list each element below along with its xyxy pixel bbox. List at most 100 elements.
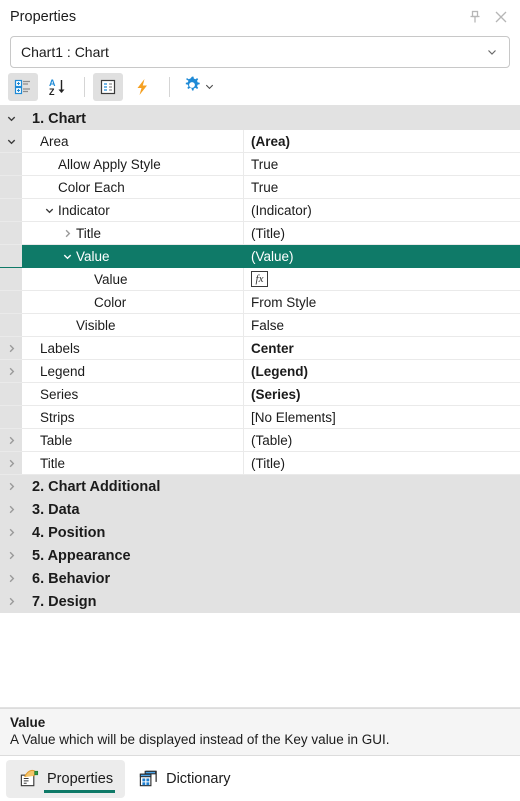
property-row[interactable]: Area (Area) xyxy=(0,130,520,153)
chevron-right-icon[interactable] xyxy=(0,337,22,359)
object-selector[interactable]: Chart1 : Chart xyxy=(10,36,510,68)
property-value-cell[interactable]: (Table) xyxy=(244,429,520,451)
property-row[interactable]: Title (Title) xyxy=(0,452,520,475)
property-category-label: 1. Chart xyxy=(32,110,86,127)
property-category-row[interactable]: 7. Design xyxy=(0,590,520,613)
chevron-right-icon[interactable] xyxy=(0,452,22,474)
property-value-cell[interactable]: (Legend) xyxy=(244,360,520,382)
property-value-cell[interactable]: False xyxy=(244,314,520,336)
property-name-cell[interactable]: Visible xyxy=(22,314,244,336)
tab-properties[interactable]: Properties xyxy=(6,759,126,798)
property-category-label: 7. Design xyxy=(32,593,97,610)
panel-title: Properties xyxy=(10,9,77,25)
properties-view-button[interactable] xyxy=(93,72,123,101)
property-name-cell[interactable]: Value xyxy=(22,268,244,290)
chevron-right-icon[interactable] xyxy=(0,429,22,451)
property-category-row[interactable]: 1. Chart xyxy=(0,107,520,130)
property-name-cell[interactable]: Table xyxy=(22,429,244,451)
property-row[interactable]: Visible False xyxy=(0,314,520,337)
description-title: Value xyxy=(10,715,46,730)
property-name-cell[interactable]: Color Each xyxy=(22,176,244,198)
panel-titlebar: Properties xyxy=(0,0,520,34)
property-category-row[interactable]: 4. Position xyxy=(0,521,520,544)
property-name-cell[interactable]: Title xyxy=(22,452,244,474)
chevron-down-icon[interactable] xyxy=(58,251,76,262)
property-value-cell[interactable]: (Title) xyxy=(244,452,520,474)
property-value-cell[interactable]: (Series) xyxy=(244,383,520,405)
tab-properties-label: Properties xyxy=(47,770,114,787)
property-value: (Title) xyxy=(251,225,285,241)
property-category-label: 3. Data xyxy=(32,501,80,518)
chevron-right-icon[interactable] xyxy=(0,567,22,590)
property-row[interactable]: Legend (Legend) xyxy=(0,360,520,383)
property-name-cell[interactable]: Value xyxy=(22,245,244,267)
property-value: From Style xyxy=(251,294,317,310)
chevron-down-icon[interactable] xyxy=(483,43,501,61)
property-grid[interactable]: 1. Chart Area (Area) Allow Apply Style True C… xyxy=(0,106,520,613)
property-grid-empty-area xyxy=(0,613,520,708)
property-row[interactable]: Labels Center xyxy=(0,337,520,360)
property-name: Color xyxy=(94,294,127,310)
property-name-cell[interactable]: Allow Apply Style xyxy=(22,153,244,175)
chevron-right-icon[interactable] xyxy=(0,475,22,498)
property-value: [No Elements] xyxy=(251,409,336,425)
property-value-cell[interactable]: (Value) xyxy=(244,245,520,267)
property-row[interactable]: Title (Title) xyxy=(0,222,520,245)
property-name: Area xyxy=(40,133,69,149)
property-value-cell[interactable]: (Indicator) xyxy=(244,199,520,221)
property-value-cell[interactable]: True xyxy=(244,176,520,198)
categorized-view-button[interactable] xyxy=(8,72,38,101)
chevron-right-icon[interactable] xyxy=(58,228,76,239)
formula-fx-button[interactable]: fx xyxy=(251,271,268,287)
property-name-cell[interactable]: Legend xyxy=(22,360,244,382)
property-row[interactable]: Value fx xyxy=(0,268,520,291)
property-name-cell[interactable]: Title xyxy=(22,222,244,244)
property-category-row[interactable]: 6. Behavior xyxy=(0,567,520,590)
property-value-cell[interactable]: (Area) xyxy=(244,130,520,152)
property-row[interactable]: Allow Apply Style True xyxy=(0,153,520,176)
property-row[interactable]: Color From Style xyxy=(0,291,520,314)
pin-icon[interactable] xyxy=(462,4,488,30)
property-category-row[interactable]: 5. Appearance xyxy=(0,544,520,567)
property-name: Color Each xyxy=(58,179,125,195)
property-name: Title xyxy=(40,455,66,471)
property-name-cell[interactable]: Strips xyxy=(22,406,244,428)
properties-tab-icon xyxy=(18,768,40,790)
property-category-row[interactable]: 2. Chart Additional xyxy=(0,475,520,498)
chevron-down-icon[interactable] xyxy=(0,130,22,152)
property-category-row[interactable]: 3. Data xyxy=(0,498,520,521)
property-name-cell[interactable]: Area xyxy=(22,130,244,152)
property-row[interactable]: Value (Value) xyxy=(0,245,520,268)
property-value-cell[interactable]: (Title) xyxy=(244,222,520,244)
property-value-cell[interactable]: From Style xyxy=(244,291,520,313)
property-row[interactable]: Table (Table) xyxy=(0,429,520,452)
chevron-down-icon[interactable] xyxy=(40,205,58,216)
property-value-cell[interactable]: fx xyxy=(244,268,520,290)
property-name-cell[interactable]: Color xyxy=(22,291,244,313)
property-value-cell[interactable]: True xyxy=(244,153,520,175)
property-row[interactable]: Indicator (Indicator) xyxy=(0,199,520,222)
property-grid-gutter xyxy=(0,383,22,405)
property-name-cell[interactable]: Indicator xyxy=(22,199,244,221)
property-value-cell[interactable]: Center xyxy=(244,337,520,359)
chevron-right-icon[interactable] xyxy=(0,590,22,613)
chevron-right-icon[interactable] xyxy=(0,360,22,382)
chevron-right-icon[interactable] xyxy=(0,544,22,567)
property-row[interactable]: Color Each True xyxy=(0,176,520,199)
close-icon[interactable] xyxy=(488,4,514,30)
property-row[interactable]: Series (Series) xyxy=(0,383,520,406)
alphabetical-sort-button[interactable]: A Z xyxy=(42,73,72,101)
chevron-right-icon[interactable] xyxy=(0,521,22,544)
chevron-right-icon[interactable] xyxy=(0,498,22,521)
property-name-cell[interactable]: Labels xyxy=(22,337,244,359)
chevron-down-icon[interactable] xyxy=(204,81,215,92)
property-grid-gutter xyxy=(0,222,22,244)
tab-dictionary[interactable]: Dictionary xyxy=(125,760,242,798)
chevron-down-icon[interactable] xyxy=(0,107,22,130)
events-view-button[interactable] xyxy=(127,73,157,101)
property-value-cell[interactable]: [No Elements] xyxy=(244,406,520,428)
property-name-cell[interactable]: Series xyxy=(22,383,244,405)
settings-button[interactable] xyxy=(178,73,217,101)
property-value: (Title) xyxy=(251,455,285,471)
property-row[interactable]: Strips [No Elements] xyxy=(0,406,520,429)
